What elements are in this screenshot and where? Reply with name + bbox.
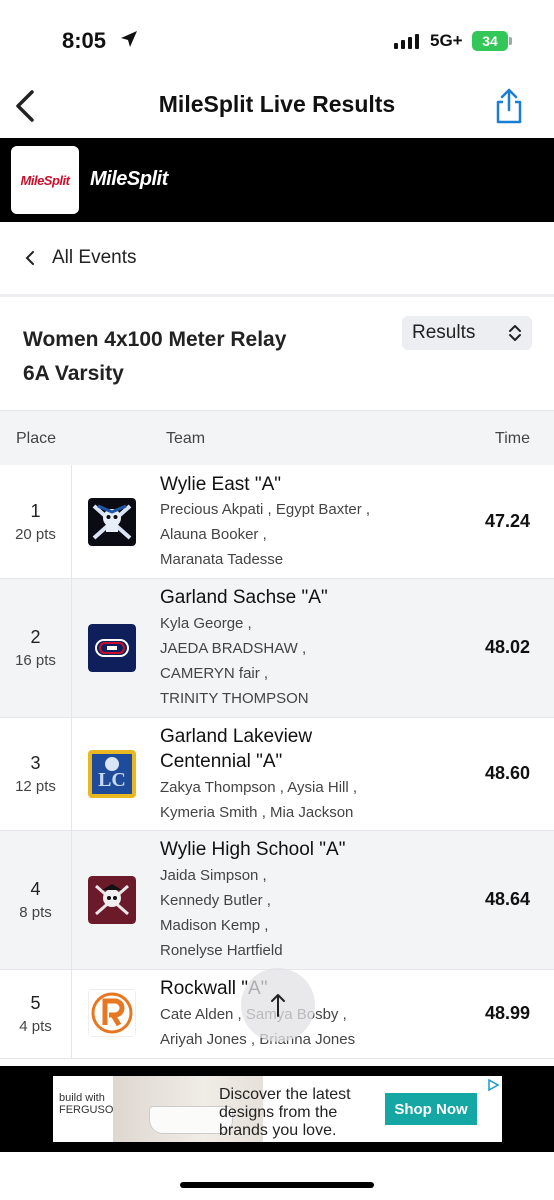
status-time: 8:05 — [62, 28, 107, 53]
ad[interactable]: build with FERGUSON Discover the latest … — [53, 1076, 502, 1142]
athlete-line: Kymeria Smith , Mia Jackson — [160, 804, 354, 821]
team-name-line2: Centennial "A" — [160, 751, 283, 772]
table-header: Place Team Time — [0, 411, 554, 465]
athletes: Zakya Thompson , Aysia Hill , Kymeria Sm… — [160, 775, 357, 825]
team-name: Wylie East "A" — [160, 474, 282, 495]
points: 12 pts — [15, 778, 56, 795]
column-header-time: Time — [495, 430, 530, 447]
milesplit-logo: MileSplit — [11, 146, 79, 214]
team-logo-icon — [88, 989, 136, 1037]
athlete-line: Alauna Booker , — [160, 526, 267, 543]
network-type: 5G+ — [430, 31, 463, 50]
place-cell: 3 12 pts — [0, 718, 72, 830]
place: 5 — [30, 993, 41, 1013]
place: 4 — [30, 879, 41, 899]
signal-icon — [394, 34, 419, 49]
athlete-line: JAEDA BRADSHAW , — [160, 640, 307, 657]
result-time: 48.02 — [484, 637, 530, 657]
all-events-link[interactable]: All Events — [0, 222, 554, 297]
event-title: Women 4x100 Meter Relay 6A Varsity — [23, 323, 286, 391]
team-logo-icon — [88, 624, 136, 672]
event-title-line1: Women 4x100 Meter Relay — [23, 328, 287, 351]
place-cell: 5 4 pts — [0, 970, 72, 1058]
table-row[interactable]: 2 16 pts Garland Sachse "A" Kyla George … — [0, 579, 554, 718]
result-time: 48.99 — [484, 1003, 530, 1023]
result-time: 48.60 — [484, 763, 530, 783]
athlete-line: Jaida Simpson , — [160, 867, 267, 884]
table-row[interactable]: 1 20 pts Wylie East "A" Precious Akpati … — [0, 465, 554, 579]
view-select[interactable]: Results — [402, 316, 532, 350]
event-header: Women 4x100 Meter Relay 6A Varsity Resul… — [0, 297, 554, 411]
athlete-line: Precious Akpati , Egypt Baxter , — [160, 501, 371, 518]
athlete-line: CAMERYN fair , — [160, 665, 269, 682]
athlete-line: Maranata Tadesse — [160, 551, 284, 568]
page-title: MileSplit Live Results — [158, 91, 396, 117]
battery-tip — [509, 37, 512, 45]
ad-banner: build with FERGUSON Discover the latest … — [0, 1066, 554, 1152]
arrow-up-icon — [271, 994, 285, 1017]
location-arrow-icon — [121, 31, 137, 47]
scroll-to-top-button[interactable] — [241, 968, 315, 1042]
battery-icon: 34 — [472, 31, 508, 51]
team-logo-icon: LC — [88, 750, 136, 798]
place-cell: 2 16 pts — [0, 579, 72, 717]
event-title-line2: 6A Varsity — [23, 362, 124, 385]
svg-text:LC: LC — [98, 769, 126, 791]
team-logo-icon — [88, 498, 136, 546]
athlete-line: Zakya Thompson , Aysia Hill , — [160, 779, 358, 796]
athlete-line: Kyla George , — [160, 615, 252, 632]
column-header-place: Place — [16, 430, 57, 447]
points: 20 pts — [15, 525, 56, 543]
place-cell: 1 20 pts — [0, 465, 72, 578]
athlete-line: TRINITY THOMPSON — [160, 690, 309, 707]
team-name: Garland Lakeview Centennial "A" — [160, 724, 312, 774]
ad-text: Discover the latest designs from the bra… — [219, 1086, 351, 1139]
points: 16 pts — [15, 652, 56, 669]
brand-banner: MileSplit MileSplit — [0, 138, 554, 222]
team-name: Garland Sachse "A" — [160, 587, 328, 608]
table-row[interactable]: 4 8 pts Wylie High School "A" Jaida Simp… — [0, 831, 554, 970]
updown-chevron-icon — [509, 325, 521, 341]
result-time: 48.64 — [484, 889, 530, 909]
share-icon[interactable] — [492, 86, 526, 126]
points: 8 pts — [19, 904, 52, 921]
athlete-line: Ronelyse Hartfield — [160, 942, 283, 959]
place: 2 — [30, 627, 41, 647]
view-select-value: Results — [412, 322, 476, 343]
ad-choices-icon[interactable] — [486, 1078, 500, 1092]
table-row[interactable]: 3 12 pts LC Garland Lakeview Centennial … — [0, 718, 554, 831]
athletes: Jaida Simpson , Kennedy Butler , Madison… — [160, 863, 283, 963]
team-name-line1: Garland Lakeview — [160, 726, 313, 747]
nav-bar: MileSplit Live Results — [0, 78, 554, 138]
team-logo-icon — [88, 876, 136, 924]
team-name: Wylie High School "A" — [160, 839, 346, 860]
all-events-label: All Events — [52, 247, 137, 268]
shop-now-button[interactable]: Shop Now — [385, 1093, 477, 1125]
points: 4 pts — [19, 1018, 52, 1035]
chevron-left-icon — [25, 251, 34, 265]
athletes: Kyla George , JAEDA BRADSHAW , CAMERYN f… — [160, 611, 309, 711]
place-cell: 4 8 pts — [0, 831, 72, 969]
athlete-line: Kennedy Butler , — [160, 892, 271, 909]
place: 3 — [30, 753, 41, 773]
athlete-line: Madison Kemp , — [160, 917, 269, 934]
athletes: Precious Akpati , Egypt Baxter , Alauna … — [160, 497, 370, 572]
home-indicator — [180, 1182, 374, 1188]
ad-brand: build with FERGUSON — [59, 1092, 122, 1116]
result-time: 47.24 — [484, 511, 530, 531]
place: 1 — [30, 500, 41, 521]
column-header-team: Team — [166, 430, 206, 447]
status-bar: 8:05 5G+ 34 — [0, 0, 554, 78]
brand-name: MileSplit — [90, 168, 168, 190]
